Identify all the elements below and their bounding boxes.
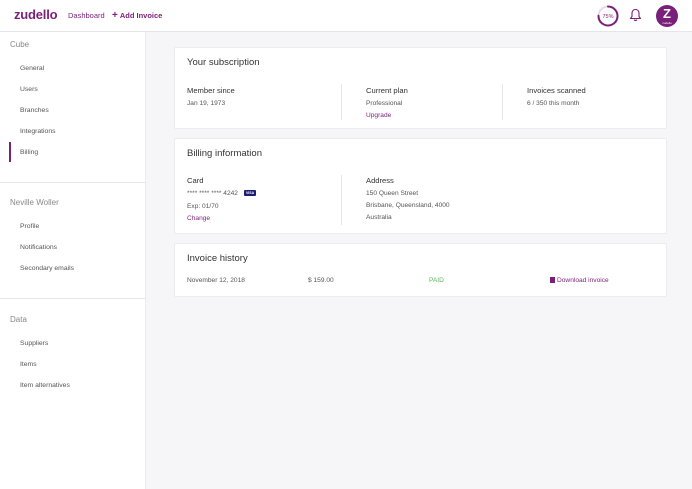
subscription-title: Your subscription — [187, 57, 260, 68]
card-label: Card — [187, 176, 204, 185]
sidebar-item-integrations[interactable]: Integrations — [20, 128, 56, 135]
avatar[interactable]: Z zudello — [656, 5, 678, 27]
app-logo[interactable]: zudello — [14, 7, 58, 22]
sidebar-item-branches[interactable]: Branches — [20, 107, 49, 114]
invoice-amount: $ 159.00 — [308, 277, 334, 284]
sidebar-section-title: Cube — [10, 40, 30, 49]
member-since-label: Member since — [187, 86, 235, 95]
upgrade-link[interactable]: Upgrade — [366, 112, 391, 119]
sidebar-item-secondary-emails[interactable]: Secondary emails — [20, 265, 74, 272]
sidebar-item-notifications[interactable]: Notifications — [20, 244, 57, 251]
usage-progress-ring[interactable]: 75% — [597, 5, 619, 27]
address-label: Address — [366, 176, 394, 185]
bell-icon[interactable] — [629, 8, 642, 22]
address-line: 150 Queen Street — [366, 190, 419, 197]
column-divider — [502, 84, 503, 120]
column-divider — [341, 175, 342, 225]
invoice-date: November 12, 2018 — [187, 277, 245, 284]
sidebar-divider — [0, 298, 146, 299]
download-invoice-label: Download invoice — [557, 277, 609, 284]
sidebar-section-title: Neville Woller — [10, 198, 59, 207]
download-invoice-link[interactable]: Download invoice — [550, 277, 609, 284]
current-plan-value: Professional — [366, 100, 403, 107]
subscription-card: Your subscription Member since Jan 19, 1… — [174, 47, 667, 129]
sidebar-item-items[interactable]: Items — [20, 361, 37, 368]
invoice-history-card: Invoice history November 12, 2018 $ 159.… — [174, 243, 667, 297]
avatar-subtext: zudello — [662, 21, 672, 25]
nav-dashboard-link[interactable]: Dashboard — [68, 11, 105, 20]
sidebar-item-item-alternatives[interactable]: Item alternatives — [20, 382, 70, 389]
billing-card: Billing information Card **** **** **** … — [174, 138, 667, 234]
change-card-link[interactable]: Change — [187, 215, 210, 222]
current-plan-label: Current plan — [366, 86, 408, 95]
sidebar-item-billing[interactable]: Billing — [20, 149, 38, 156]
invoice-history-title: Invoice history — [187, 253, 248, 264]
add-invoice-label: Add Invoice — [119, 11, 163, 20]
billing-title: Billing information — [187, 148, 262, 159]
avatar-letter: Z — [663, 6, 671, 21]
invoices-scanned-label: Invoices scanned — [527, 86, 586, 95]
progress-label: 75% — [602, 14, 613, 20]
active-indicator — [9, 142, 11, 162]
add-invoice-button[interactable]: + Add Invoice — [112, 10, 162, 21]
plus-icon: + — [112, 10, 118, 21]
file-icon — [550, 277, 555, 283]
sidebar-section-title: Data — [10, 315, 27, 324]
sidebar: Cube General Users Branches Integrations… — [0, 32, 146, 489]
card-number: **** **** **** 4242 — [187, 190, 238, 197]
sidebar-item-users[interactable]: Users — [20, 86, 38, 93]
column-divider — [341, 84, 342, 120]
sidebar-item-suppliers[interactable]: Suppliers — [20, 340, 48, 347]
visa-icon: VISA — [243, 190, 257, 196]
address-line: Brisbane, Queensland, 4000 — [366, 202, 450, 209]
member-since-value: Jan 19, 1973 — [187, 100, 226, 107]
invoices-scanned-value: 6 / 350 this month — [527, 100, 580, 107]
card-expiry: Exp: 01/70 — [187, 203, 219, 210]
sidebar-divider — [0, 182, 146, 183]
top-bar: zudello Dashboard + Add Invoice 75% Z zud… — [0, 0, 692, 32]
card-number-row: **** **** **** 4242 VISA — [187, 190, 257, 197]
status-badge: PAID — [429, 277, 444, 284]
address-line: Australia — [366, 214, 392, 221]
sidebar-item-general[interactable]: General — [20, 65, 44, 72]
sidebar-item-profile[interactable]: Profile — [20, 223, 39, 230]
